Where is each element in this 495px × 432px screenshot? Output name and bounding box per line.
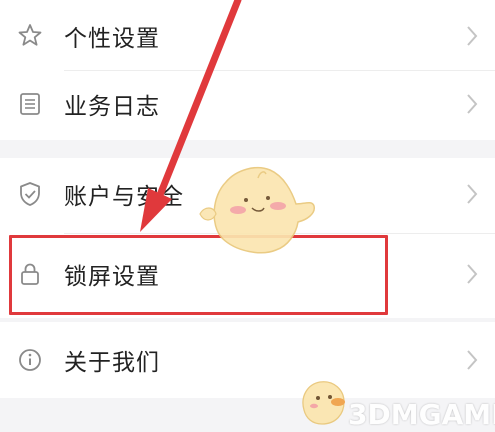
shield-check-icon	[20, 182, 40, 206]
chevron-right-icon	[467, 26, 478, 46]
settings-item-business-log[interactable]: 业务日志	[0, 68, 495, 140]
settings-item-personalize[interactable]: 个性设置	[0, 0, 495, 72]
settings-screen: 个性设置 业务日志 账户与安全 锁屏设置 关于我们 3DMGAME	[0, 0, 495, 432]
settings-group-1: 个性设置 业务日志	[0, 0, 495, 140]
watermark-text: 3DMGAME	[348, 398, 495, 431]
settings-item-label: 个性设置	[64, 26, 160, 52]
chevron-right-icon	[467, 94, 478, 114]
chevron-right-icon	[467, 184, 478, 204]
settings-item-label: 关于我们	[64, 350, 160, 376]
settings-group-3: 关于我们	[0, 322, 495, 398]
log-list-icon	[20, 93, 40, 115]
settings-item-label: 业务日志	[64, 94, 160, 120]
chevron-right-icon	[467, 264, 478, 284]
chevron-right-icon	[467, 350, 478, 370]
settings-item-account-security[interactable]: 账户与安全	[0, 158, 495, 230]
settings-item-label: 账户与安全	[64, 184, 184, 210]
star-gear-icon	[18, 24, 42, 46]
info-icon	[19, 349, 41, 371]
settings-item-about-us[interactable]: 关于我们	[0, 324, 495, 396]
annotation-highlight-box	[9, 235, 388, 315]
